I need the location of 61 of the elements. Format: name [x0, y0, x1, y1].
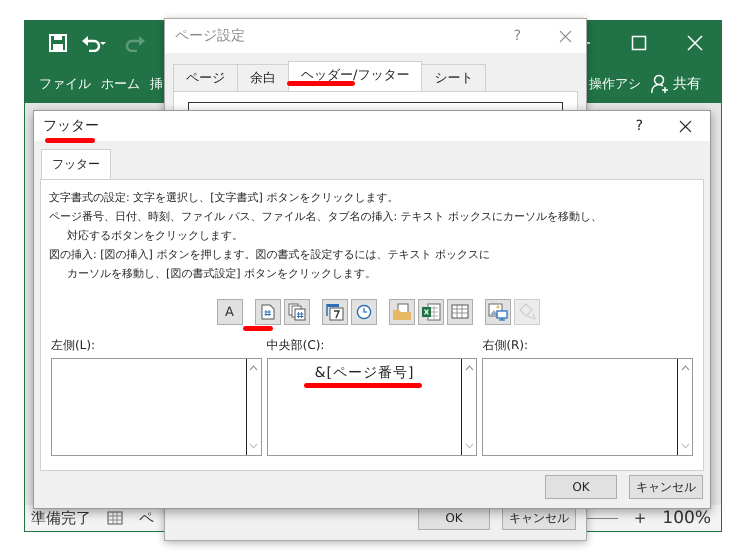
- tab[interactable]: シート: [421, 64, 486, 91]
- scrollbar[interactable]: [461, 359, 476, 455]
- annotation-underline: [45, 138, 95, 143]
- help-button[interactable]: ?: [514, 28, 521, 44]
- field-value: &[ページ番号]: [314, 365, 414, 381]
- section-label: 中央部(C):: [266, 337, 326, 354]
- section-label: 右側(R):: [482, 337, 530, 354]
- instruction-text: カーソルを移動し、[図の書式設定] ボタンをクリックします。: [66, 266, 378, 282]
- ribbon-tab[interactable]: ホーム: [101, 75, 140, 93]
- section-label: 左側(L):: [51, 337, 96, 354]
- status-text: 準備完了: [31, 508, 91, 528]
- tell-me-field[interactable]: 操作アシ: [589, 75, 641, 93]
- macro-icon[interactable]: [107, 511, 123, 525]
- tab[interactable]: フッター: [41, 149, 111, 179]
- clock-icon: [356, 304, 372, 320]
- zoom-in-button[interactable]: +: [634, 509, 646, 527]
- page-number-button[interactable]: [254, 299, 280, 325]
- ribbon-tab[interactable]: ファイル: [39, 75, 91, 93]
- file-path-button[interactable]: [388, 299, 414, 325]
- scroll-up-icon[interactable]: [249, 365, 258, 371]
- calendar-icon: [326, 303, 344, 321]
- dialog-title: フッター: [43, 117, 99, 135]
- tab[interactable]: ヘッダー/フッター: [288, 61, 422, 91]
- dialog-title: ページ設定: [175, 27, 245, 45]
- dialog-button[interactable]: キャンセル: [629, 475, 703, 499]
- instruction-text: 図の挿入: [図の挿入] ボタンを押します。図の書式を設定するには、テキスト ボックスに: [49, 247, 491, 263]
- spreadsheet-file-icon: [420, 303, 440, 321]
- format-text-button[interactable]: A: [216, 299, 242, 325]
- scroll-up-icon[interactable]: [464, 365, 474, 371]
- picture-button[interactable]: [484, 299, 510, 325]
- tab[interactable]: ページ: [173, 64, 238, 91]
- sheet-name-button[interactable]: [446, 299, 472, 325]
- time-button[interactable]: [350, 299, 376, 325]
- share-button[interactable]: 共有: [651, 74, 701, 94]
- paint-bucket-icon: [516, 303, 536, 321]
- dialog-button[interactable]: OK: [545, 475, 617, 499]
- annotation-underline: [287, 81, 355, 86]
- folder-icon: [392, 303, 412, 321]
- file-name-button[interactable]: [418, 299, 444, 325]
- scroll-up-icon[interactable]: [680, 365, 690, 371]
- maximize-icon[interactable]: [631, 35, 647, 51]
- text-area[interactable]: &[ページ番号]: [266, 358, 478, 456]
- instruction-text: 文字書式の設定: 文字を選択し、[文字書式] ボタンをクリックします。: [49, 190, 400, 206]
- scrollbar[interactable]: [677, 359, 692, 455]
- instruction-text: ページ番号、日付、時刻、ファイル パス、ファイル名、タブ名の挿入: テキスト ボックスにカーソルを移動し、: [49, 209, 604, 225]
- save-icon[interactable]: [49, 34, 67, 52]
- page-icon: [260, 304, 274, 320]
- pages-icon: [288, 303, 306, 321]
- annotation-underline: [243, 326, 273, 331]
- zoom-level[interactable]: 100%: [662, 508, 711, 528]
- page-count-button[interactable]: [284, 299, 310, 325]
- grid-icon: [450, 304, 468, 320]
- view-button[interactable]: ペ: [139, 508, 154, 528]
- help-button[interactable]: ?: [636, 118, 643, 134]
- undo-icon[interactable]: [81, 34, 107, 52]
- picture-icon: [488, 303, 508, 321]
- instruction-text: 対応するボタンをクリックします。: [66, 228, 244, 244]
- close-icon[interactable]: [679, 120, 692, 132]
- date-button[interactable]: [322, 299, 348, 325]
- person-icon: [651, 74, 669, 94]
- ribbon-tab[interactable]: 挿: [150, 75, 163, 93]
